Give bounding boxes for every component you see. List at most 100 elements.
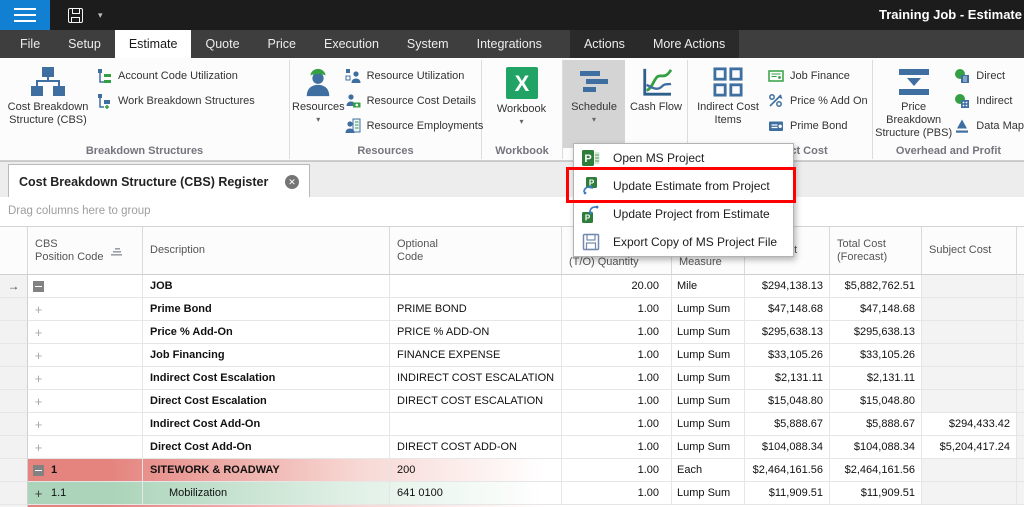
- subject-cost-cell[interactable]: [922, 367, 1017, 390]
- cost-breakdown-structure-button[interactable]: Cost Breakdown Structure (CBS): [0, 60, 96, 148]
- row-indicator-cell[interactable]: →: [0, 275, 28, 298]
- subject-cost-cell[interactable]: [922, 344, 1017, 367]
- subject-cost-cell[interactable]: [922, 321, 1017, 344]
- total-cost-forecast-cell[interactable]: $47,148.68: [830, 298, 922, 321]
- table-row[interactable]: + Direct Cost Escalation DIRECT COST ESCAL…: [0, 390, 1024, 413]
- collapse-icon[interactable]: [33, 464, 44, 476]
- total-cost-forecast-cell[interactable]: $2,131.11: [830, 367, 922, 390]
- cbs-position-code-cell[interactable]: +: [28, 390, 143, 413]
- quantity-cell[interactable]: 1.00: [562, 298, 672, 321]
- total-cost-forecast-cell[interactable]: $11,909.51: [830, 482, 922, 505]
- quantity-cell[interactable]: 1.00: [562, 367, 672, 390]
- optional-code-cell[interactable]: DIRECT COST ESCALATION: [390, 390, 562, 413]
- schedule-button[interactable]: Schedule ▾: [563, 60, 625, 148]
- save-button[interactable]: [60, 0, 90, 30]
- unit-cost-cell[interactable]: $294,138.13: [745, 275, 830, 298]
- subject-cost-cell[interactable]: [922, 459, 1017, 482]
- optional-code-cell[interactable]: 200: [390, 459, 562, 482]
- unit-cost-cell[interactable]: $2,131.11: [745, 367, 830, 390]
- expand-icon[interactable]: +: [33, 487, 44, 500]
- resource-employments-button[interactable]: Resource Employments: [345, 118, 483, 134]
- unit-of-measure-cell[interactable]: Lump Sum: [672, 367, 745, 390]
- row-indicator-cell[interactable]: [0, 390, 28, 413]
- unit-of-measure-cell[interactable]: Lump Sum: [672, 321, 745, 344]
- tab-system[interactable]: System: [393, 30, 463, 58]
- table-row[interactable]: → JOB 20.00 Mile $294,138.13 $5,882,762.51: [0, 275, 1024, 298]
- expand-icon[interactable]: +: [33, 395, 44, 408]
- row-indicator-cell[interactable]: [0, 367, 28, 390]
- table-row[interactable]: + Indirect Cost Add-On 1.00 Lump Sum $5,888.…: [0, 413, 1024, 436]
- subject-cost-cell[interactable]: [922, 298, 1017, 321]
- description-cell[interactable]: SITEWORK & ROADWAY: [143, 459, 390, 482]
- table-row[interactable]: + Price % Add-On PRICE % ADD-ON 1.00 Lump Su…: [0, 321, 1024, 344]
- total-cost-forecast-cell[interactable]: $33,105.26: [830, 344, 922, 367]
- description-cell[interactable]: Prime Bond: [143, 298, 390, 321]
- cbs-position-code-cell[interactable]: +: [28, 367, 143, 390]
- total-cost-forecast-cell[interactable]: $15,048.80: [830, 390, 922, 413]
- menu-item-export-copy-of-ms-project-file[interactable]: Export Copy of MS Project File: [574, 228, 793, 256]
- expand-icon[interactable]: +: [33, 372, 44, 385]
- total-cost-forecast-cell[interactable]: $5,882,762.51: [830, 275, 922, 298]
- unit-cost-cell[interactable]: $15,048.80: [745, 390, 830, 413]
- tab-actions[interactable]: Actions: [570, 30, 639, 58]
- subject-cost-cell[interactable]: [922, 390, 1017, 413]
- row-indicator-cell[interactable]: [0, 459, 28, 482]
- collapse-icon[interactable]: [33, 280, 44, 292]
- expand-icon[interactable]: +: [33, 326, 44, 339]
- unit-of-measure-cell[interactable]: Lump Sum: [672, 436, 745, 459]
- cbs-position-code-cell[interactable]: +: [28, 413, 143, 436]
- optional-code-cell[interactable]: PRICE % ADD-ON: [390, 321, 562, 344]
- table-row[interactable]: + Job Financing FINANCE EXPENSE 1.00 Lump Su…: [0, 344, 1024, 367]
- header-subject-cost[interactable]: Subject Cost: [922, 227, 1017, 275]
- cbs-position-code-cell[interactable]: +: [28, 344, 143, 367]
- unit-cost-cell[interactable]: $47,148.68: [745, 298, 830, 321]
- tab-file[interactable]: File: [6, 30, 54, 58]
- optional-code-cell[interactable]: INDIRECT COST ESCALATION: [390, 367, 562, 390]
- description-cell[interactable]: Price % Add-On: [143, 321, 390, 344]
- subject-cost-cell[interactable]: $5,204,417.24: [922, 436, 1017, 459]
- unit-cost-cell[interactable]: $104,088.34: [745, 436, 830, 459]
- expand-icon[interactable]: +: [33, 303, 44, 316]
- menu-item-update-estimate-from-project[interactable]: P Update Estimate from Project: [574, 172, 793, 200]
- tab-quote[interactable]: Quote: [191, 30, 253, 58]
- header-total-cost-forecast[interactable]: Total Cost (Forecast): [830, 227, 922, 275]
- optional-code-cell[interactable]: DIRECT COST ADD-ON: [390, 436, 562, 459]
- expand-icon[interactable]: +: [33, 418, 44, 431]
- total-cost-forecast-cell[interactable]: $2,464,161.56: [830, 459, 922, 482]
- subject-cost-cell[interactable]: $294,433.42: [922, 413, 1017, 436]
- quick-access-dropdown-icon[interactable]: ▾: [98, 10, 103, 21]
- total-cost-forecast-cell[interactable]: $295,638.13: [830, 321, 922, 344]
- subject-cost-cell[interactable]: [922, 482, 1017, 505]
- total-cost-forecast-cell[interactable]: $5,888.67: [830, 413, 922, 436]
- menu-item-update-project-from-estimate[interactable]: P Update Project from Estimate: [574, 200, 793, 228]
- cbs-position-code-cell[interactable]: +: [28, 321, 143, 344]
- row-indicator-cell[interactable]: [0, 482, 28, 505]
- tab-integrations[interactable]: Integrations: [463, 30, 556, 58]
- cbs-position-code-cell[interactable]: +: [28, 298, 143, 321]
- row-indicator-cell[interactable]: [0, 344, 28, 367]
- header-cbs-position-code[interactable]: CBS Position Code: [28, 227, 143, 275]
- description-cell[interactable]: Mobilization: [143, 482, 390, 505]
- unit-of-measure-cell[interactable]: Each: [672, 459, 745, 482]
- total-cost-forecast-cell[interactable]: $104,088.34: [830, 436, 922, 459]
- unit-of-measure-cell[interactable]: Mile: [672, 275, 745, 298]
- app-menu-button[interactable]: [0, 0, 50, 30]
- indirect-cost-items-button[interactable]: Indirect Cost Items: [688, 60, 768, 148]
- tab-more-actions[interactable]: More Actions: [639, 30, 739, 58]
- optional-code-cell[interactable]: 641 0100: [390, 482, 562, 505]
- tab-estimate[interactable]: Estimate: [114, 30, 192, 58]
- cbs-position-code-cell[interactable]: [28, 275, 143, 298]
- close-tab-icon[interactable]: ✕: [285, 174, 299, 189]
- cash-flow-button[interactable]: Cash Flow: [625, 60, 687, 148]
- tab-cbs-register[interactable]: Cost Breakdown Structure (CBS) Register …: [8, 164, 310, 198]
- row-indicator-cell[interactable]: [0, 298, 28, 321]
- price-percent-add-on-button[interactable]: Price % Add On: [768, 93, 868, 109]
- account-code-utilization-button[interactable]: Account Code Utilization: [96, 68, 255, 84]
- quantity-cell[interactable]: 1.00: [562, 344, 672, 367]
- unit-of-measure-cell[interactable]: Lump Sum: [672, 482, 745, 505]
- expand-icon[interactable]: +: [33, 349, 44, 362]
- menu-item-open-ms-project[interactable]: P Open MS Project: [574, 144, 793, 172]
- table-row[interactable]: + Direct Cost Add-On DIRECT COST ADD-ON 1.0…: [0, 436, 1024, 459]
- prime-bond-button[interactable]: Prime Bond: [768, 118, 868, 134]
- header-optional-code[interactable]: Optional Code: [390, 227, 562, 275]
